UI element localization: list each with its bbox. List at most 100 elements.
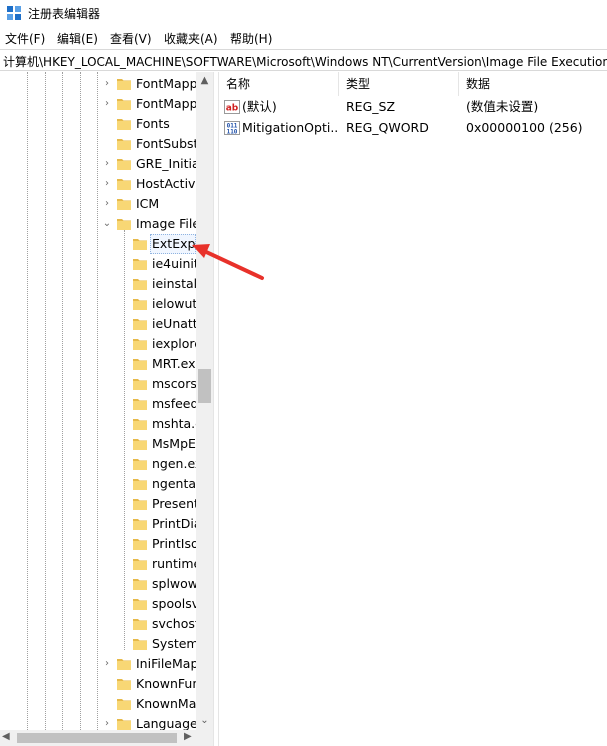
tree-item[interactable]: ngentas — [0, 474, 196, 494]
column-header-type[interactable]: 类型 — [339, 72, 459, 96]
folder-icon — [133, 259, 147, 270]
tree-item-label: PrintIso — [152, 536, 196, 551]
column-header-data[interactable]: 数据 — [459, 72, 607, 96]
tree-item[interactable]: › FontMapp — [0, 94, 196, 114]
tree-item[interactable]: ⌄ Image File — [0, 214, 196, 234]
value-type: REG_SZ — [346, 99, 396, 114]
tree-vertical-scrollbar[interactable]: ▲ ⌄ — [196, 72, 213, 730]
folder-icon — [117, 659, 131, 670]
tree-item[interactable]: msfeed — [0, 394, 196, 414]
menu-favorites[interactable]: 收藏夹(A) — [164, 30, 218, 47]
tree-item[interactable]: mscorsv — [0, 374, 196, 394]
tree-item[interactable]: Present — [0, 494, 196, 514]
tree-item[interactable]: svchost — [0, 614, 196, 634]
chevron-right-icon[interactable]: › — [102, 718, 112, 730]
tree-horizontal-scroll-thumb[interactable] — [17, 733, 177, 743]
tree-item[interactable]: › HostActivit — [0, 174, 196, 194]
folder-icon — [133, 299, 147, 310]
tree-item-label: HostActivit — [136, 176, 196, 191]
tree-item[interactable]: FontSubsti — [0, 134, 196, 154]
chevron-right-icon[interactable]: › — [102, 158, 112, 170]
tree-item[interactable]: › FontMapp — [0, 74, 196, 94]
tree-item[interactable]: › IniFileMap — [0, 654, 196, 674]
chevron-right-icon[interactable]: › — [102, 178, 112, 190]
chevron-right-icon[interactable]: › — [102, 198, 112, 210]
column-header-name[interactable]: 名称 — [219, 72, 339, 96]
value-row[interactable]: ab (默认) REG_SZ (数值未设置) — [219, 97, 607, 117]
tree-item-label: KnownMa — [136, 696, 196, 711]
tree-item[interactable]: ieinstal. — [0, 274, 196, 294]
tree-item[interactable]: MsMpEi — [0, 434, 196, 454]
folder-icon — [133, 379, 147, 390]
chevron-right-icon[interactable]: › — [102, 78, 112, 90]
tree-item[interactable]: › ICM — [0, 194, 196, 214]
tree-item[interactable]: MRT.ex — [0, 354, 196, 374]
folder-icon — [117, 139, 131, 150]
tree-item[interactable]: KnownFun — [0, 674, 196, 694]
chevron-down-icon[interactable]: ⌄ — [102, 218, 112, 230]
folder-icon — [133, 399, 147, 410]
folder-icon — [133, 579, 147, 590]
scroll-left-icon[interactable]: ◀ — [2, 731, 10, 742]
chevron-right-icon[interactable]: › — [102, 98, 112, 110]
folder-icon — [133, 419, 147, 430]
folder-icon — [133, 439, 147, 450]
folder-icon — [133, 339, 147, 350]
folder-icon — [133, 539, 147, 550]
value-data: (数值未设置) — [466, 99, 539, 114]
tree-item[interactable]: PrintIso — [0, 534, 196, 554]
scroll-down-icon[interactable]: ⌄ — [196, 714, 213, 728]
menu-edit[interactable]: 编辑(E) — [57, 30, 98, 47]
tree-horizontal-scrollbar[interactable]: ◀ ▶ — [0, 730, 213, 746]
folder-icon — [133, 519, 147, 530]
value-row[interactable]: 011 110 MitigationOpti... REG_QWORD 0x00… — [219, 118, 607, 138]
tree-item-label: svchost — [152, 616, 196, 631]
folder-icon — [133, 559, 147, 570]
tree-item[interactable]: › GRE_Initial — [0, 154, 196, 174]
folder-icon — [133, 459, 147, 470]
tree-item-label: Fonts — [136, 116, 170, 131]
tree-vertical-scroll-thumb[interactable] — [198, 369, 211, 403]
tree-item[interactable]: splwow — [0, 574, 196, 594]
folder-icon — [133, 239, 147, 250]
string-value-icon: ab — [224, 100, 240, 114]
tree-item-label: Present — [152, 496, 196, 511]
svg-text:110: 110 — [227, 129, 238, 136]
tree-item-label: ieUnatt. — [152, 316, 196, 331]
tree-item-label: ngen.ex — [152, 456, 196, 471]
tree-item-label: mshta.e — [152, 416, 196, 431]
tree-item[interactable]: ngen.ex — [0, 454, 196, 474]
tree-item-label: runtime — [152, 556, 196, 571]
address-path[interactable]: 计算机\HKEY_LOCAL_MACHINE\SOFTWARE\Microsof… — [3, 53, 607, 70]
tree-item[interactable]: ielowuti — [0, 294, 196, 314]
value-name: (默认) — [242, 99, 277, 114]
tree-item[interactable]: ieUnatt. — [0, 314, 196, 334]
tree-item-label: FontMapp — [136, 96, 196, 111]
menu-file[interactable]: 文件(F) — [5, 30, 45, 47]
value-data: 0x00000100 (256) — [466, 120, 583, 135]
chevron-right-icon[interactable]: › — [102, 658, 112, 670]
tree-item[interactable]: ExtExpo — [0, 234, 196, 254]
scroll-up-icon[interactable]: ▲ — [196, 74, 213, 88]
tree-item[interactable]: runtime — [0, 554, 196, 574]
tree-item[interactable]: spoolsv — [0, 594, 196, 614]
values-list[interactable]: 名称 类型 数据 ab (默认) REG_SZ (数值未设置) 011 110 … — [219, 72, 607, 746]
tree-item-label: ielowuti — [152, 296, 196, 311]
tree-item[interactable]: Fonts — [0, 114, 196, 134]
tree-item[interactable]: SystemS — [0, 634, 196, 654]
annotation-arrow-icon — [192, 244, 264, 280]
tree-item[interactable]: PrintDia — [0, 514, 196, 534]
key-tree[interactable]: › FontMapp › FontMapp Fonts FontSubsti › GRE_In… — [0, 72, 213, 746]
folder-icon — [117, 679, 131, 690]
menu-help[interactable]: 帮助(H) — [230, 30, 272, 47]
address-bar[interactable]: 计算机\HKEY_LOCAL_MACHINE\SOFTWARE\Microsof… — [0, 49, 607, 71]
folder-icon — [117, 179, 131, 190]
tree-item[interactable]: mshta.e — [0, 414, 196, 434]
menu-view[interactable]: 查看(V) — [110, 30, 152, 47]
tree-item-label: GRE_Initial — [136, 156, 196, 171]
tree-item-label: ngentas — [152, 476, 196, 491]
tree-item[interactable]: KnownMa — [0, 694, 196, 714]
scroll-right-icon[interactable]: ▶ — [184, 731, 192, 742]
tree-item[interactable]: iexplore — [0, 334, 196, 354]
tree-item[interactable]: ie4uinit. — [0, 254, 196, 274]
